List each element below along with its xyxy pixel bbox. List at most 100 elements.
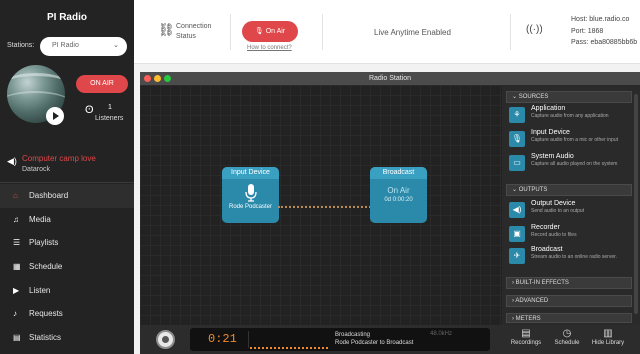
meters-label: METERS [515,316,541,322]
header-divider [230,14,231,50]
sidebar-item-label: Listen [29,285,51,295]
sidebar-item-label: Dashboard [29,191,69,201]
sidebar-nav: ⌂ Dashboard ♫ Media ☰ Playlists ▦ Schedu… [0,184,134,349]
server-details: Host: blue.radio.co Port: 1868 Pass: eba… [571,14,637,49]
sidebar-item-listen[interactable]: ▶ Listen [0,278,134,302]
connection-status[interactable]: Connection Status [176,22,211,42]
broadcast-icon: ✈ [509,248,525,264]
live-status-text: Live Anytime Enabled [374,28,451,37]
sidebar-item-playlists[interactable]: ☰ Playlists [0,231,134,255]
now-playing-artist: Datarock [22,166,51,173]
sample-rate: 48.0kHz [430,331,453,337]
station-select[interactable]: PI Radio ⌄ [40,37,127,56]
output-title: Output Device [531,200,576,207]
broadcast-status-line1: Broadcasting [335,332,371,338]
hide-library-button[interactable]: ▥ Hide Library [586,328,630,346]
output-desc: Record audio to files [531,232,577,238]
builtin-effects-header[interactable]: › BUILT-IN EFFECTS [506,277,632,289]
broadcast-status-line2: Rode Podcaster to Broadcast [335,340,414,346]
recorder-icon: ▣ [509,226,525,242]
sidebar-divider [0,182,134,183]
how-to-connect-link[interactable]: How to connect? [247,45,292,51]
play-icon: ▶ [13,285,20,295]
output-recorder[interactable]: ▣ Recorder Record audio to files [507,224,632,244]
input-device-node[interactable]: Input Device Rode Podcaster [222,167,279,223]
minimize-window-button[interactable] [154,75,161,82]
broadcast-node-time: 0d 0:00:20 [384,197,413,203]
advanced-header[interactable]: › ADVANCED [506,295,632,307]
clock-icon: ◷ [562,328,572,339]
pass-text: Pass: eba80885bb6b [571,39,638,46]
source-application[interactable]: ⚘ Application Capture audio from any app… [507,105,632,125]
maximize-window-button[interactable] [164,75,171,82]
play-button[interactable] [46,107,64,125]
play-icon [53,112,59,120]
link-icon: ⛓ [158,22,175,37]
chevron-down-icon: ⌄ [113,42,119,49]
recordings-button[interactable]: ▤ Recordings [504,328,548,346]
sidebar-item-dashboard[interactable]: ⌂ Dashboard [0,184,134,208]
antenna-icon: ((·)) [526,24,543,35]
output-device[interactable]: ◀) Output Device Send audio to an output [507,200,632,220]
stats-icon: ▤ [13,332,21,342]
broadcast-node-status: On Air [387,186,410,195]
level-meter [250,347,328,349]
on-air-button[interactable]: 🎙︎ On Air [242,21,298,42]
broadcast-node-title: Broadcast [370,167,427,179]
sidebar-item-media[interactable]: ♫ Media [0,208,134,232]
sources-header-label: SOURCES [518,94,549,100]
sidebar-item-label: Schedule [29,262,63,272]
on-air-button-label: On Air [265,28,286,35]
meters-header[interactable]: › METERS [506,313,632,323]
sidebar: PI Radio Stations: PI Radio ⌄ ON AIR ʘ 1… [0,0,134,354]
recordings-icon: ▤ [521,328,531,339]
station-select-value: PI Radio [52,42,79,49]
sources-header[interactable]: ⌄ SOURCES [506,91,632,103]
app-icon: ⚘ [509,107,525,123]
microphone-icon [244,184,257,202]
calendar-icon: ▦ [13,262,21,272]
routing-canvas[interactable]: Input Device Rode Podcaster Broadcast On… [140,85,502,325]
close-window-button[interactable] [144,75,151,82]
list-icon: ☰ [13,238,21,248]
listeners-icon: ʘ [85,104,94,116]
sidebar-item-statistics[interactable]: ▤ Statistics [0,326,134,350]
broadcast-node[interactable]: Broadcast On Air 0d 0:00:20 [370,167,427,223]
sidebar-item-schedule[interactable]: ▦ Schedule [0,255,134,279]
music-note-icon: ♫ [13,214,19,224]
broadcast-status: Broadcasting Rode Podcaster to Broadcast [335,331,413,347]
now-playing-track: Computer camp love [22,154,96,163]
output-broadcast[interactable]: ✈ Broadcast Stream audio to an online ra… [507,246,632,266]
record-icon [162,336,169,343]
panel-scrollbar[interactable] [634,94,638,314]
window-titlebar: Radio Station [140,72,640,85]
sidebar-item-label: Playlists [29,238,59,248]
input-node-device: Rode Podcaster [228,204,273,210]
bottom-bar: 0:21 Broadcasting Rode Podcaster to Broa… [140,325,640,354]
schedule-button[interactable]: ◷ Schedule [545,328,589,346]
sidebar-item-requests[interactable]: ♪ Requests [0,302,134,326]
source-system-audio[interactable]: ▭ System Audio Capture all audio played … [507,153,632,173]
speaker-icon: ◀) [509,202,525,218]
advanced-label: ADVANCED [515,298,549,304]
on-air-badge[interactable]: ON AIR [76,75,128,93]
microphone-icon: 🎙︎ [254,28,266,35]
source-desc: Capture audio from any application [531,113,609,119]
record-button[interactable] [156,330,175,349]
app-title: PI Radio [46,12,87,23]
port-text: Port: 1868 [571,27,604,35]
input-node-title: Input Device [222,167,279,179]
output-desc: Send audio to an output [531,208,585,214]
radio-station-window: Radio Station Input Device Rode Podcaste… [140,72,640,354]
source-input-device[interactable]: 🎙︎ Input Device Capture audio from a mic… [507,129,632,149]
outputs-header[interactable]: ⌄ OUTPUTS [506,184,632,196]
listeners-label: Listeners [95,115,124,122]
stations-label: Stations: [7,42,35,49]
builtin-effects-label: BUILT-IN EFFECTS [515,280,569,286]
lcd-divider [248,331,249,348]
hide-library-label: Hide Library [591,340,625,346]
schedule-label: Schedule [554,340,580,346]
output-desc: Stream audio to an online radio server. [531,254,617,260]
monitor-icon: ▭ [509,155,525,171]
connection-status-line1: Connection [176,23,212,30]
